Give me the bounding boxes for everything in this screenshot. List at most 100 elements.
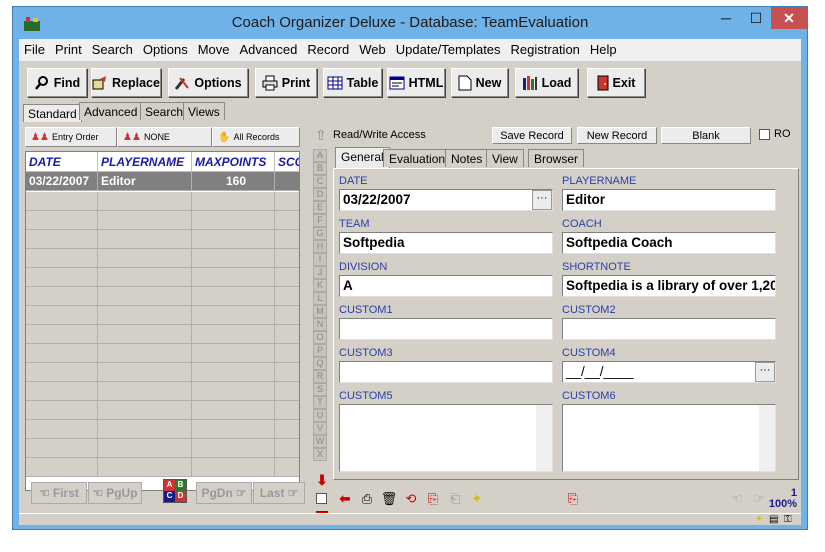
tab-standard[interactable]: Standard — [23, 104, 82, 122]
coach-field[interactable]: Softpedia Coach — [562, 232, 776, 254]
menu-update-templates[interactable]: Update/Templates — [391, 39, 506, 57]
table-row[interactable]: 03/22/2007 Editor 160 — [26, 172, 299, 191]
replace-button[interactable]: Replace — [91, 68, 161, 97]
column-header-date[interactable]: DATE — [26, 152, 98, 172]
menu-registration[interactable]: Registration — [506, 39, 585, 57]
alpha-index-o[interactable]: O — [313, 331, 327, 344]
table-row[interactable] — [26, 249, 299, 268]
title-bar[interactable]: Coach Organizer Deluxe - Database: TeamE… — [13, 7, 807, 39]
alpha-index-m[interactable]: M — [313, 305, 327, 318]
lightbulb-icon[interactable]: ✦ — [467, 489, 487, 509]
table-row[interactable] — [26, 420, 299, 439]
alpha-index-f[interactable]: F — [313, 214, 327, 227]
export-icon[interactable]: ⎘ — [563, 489, 583, 509]
tab-evaluation[interactable]: Evaluation — [383, 149, 452, 167]
alpha-index-l[interactable]: L — [313, 292, 327, 305]
alpha-index-r[interactable]: R — [313, 370, 327, 383]
column-header-maxpoints[interactable]: MAXPOINTS — [192, 152, 275, 172]
alpha-index-s[interactable]: S — [313, 383, 327, 396]
alpha-index-k[interactable]: K — [313, 279, 327, 292]
alpha-index-e[interactable]: E — [313, 201, 327, 214]
new-button[interactable]: New — [451, 68, 508, 97]
tab-browser[interactable]: Browser — [528, 149, 585, 167]
menu-search[interactable]: Search — [87, 39, 138, 57]
entry-order-button[interactable]: ♟♟ Entry Order — [25, 127, 117, 147]
blank-button[interactable]: Blank — [661, 127, 751, 144]
menu-web[interactable]: Web — [354, 39, 391, 57]
division-field[interactable]: A — [339, 275, 553, 297]
table-row[interactable] — [26, 363, 299, 382]
records-grid[interactable]: DATE PLAYERNAME MAXPOINTS SCO 03/22/2007… — [25, 151, 300, 491]
custom6-memo[interactable] — [562, 404, 776, 472]
menu-file[interactable]: File — [19, 39, 50, 57]
alpha-index-b[interactable]: B — [313, 162, 327, 175]
close-button[interactable]: ✕ — [771, 7, 807, 29]
shortnote-field[interactable]: Softpedia is a library of over 1,20 — [562, 275, 776, 297]
table-row[interactable] — [26, 458, 299, 477]
custom4-picker-button[interactable]: ··· — [755, 362, 775, 382]
custom5-memo[interactable] — [339, 404, 553, 472]
first-button[interactable]: ☜ First — [31, 482, 87, 504]
table-row[interactable] — [26, 230, 299, 249]
tab-advanced[interactable]: Advanced — [79, 102, 143, 120]
alpha-index-a[interactable]: A — [313, 149, 327, 162]
trash-icon[interactable]: 🗑 — [379, 489, 399, 509]
custom4-field[interactable]: __/__/____ — [562, 361, 776, 383]
alpha-index-u[interactable]: U — [313, 409, 327, 422]
printer-icon[interactable]: ⎙ — [357, 489, 377, 509]
alpha-index-w[interactable]: W — [313, 435, 327, 448]
maximize-button[interactable]: ☐ — [741, 7, 771, 29]
tab-views[interactable]: Views — [183, 102, 225, 120]
custom2-field[interactable] — [562, 318, 776, 340]
html-button[interactable]: HTML — [387, 68, 445, 97]
tab-notes[interactable]: Notes — [445, 149, 489, 167]
scrollbar[interactable] — [536, 405, 552, 471]
table-row[interactable] — [26, 382, 299, 401]
alpha-index-h[interactable]: H — [313, 240, 327, 253]
table-row[interactable] — [26, 344, 299, 363]
copy-record-icon[interactable]: ⎘ — [423, 489, 443, 509]
tab-view[interactable]: View — [486, 149, 524, 167]
alpha-index-d[interactable]: D — [313, 188, 327, 201]
checkbox[interactable] — [316, 493, 327, 504]
table-button[interactable]: Table — [323, 68, 382, 97]
menu-help[interactable]: Help — [585, 39, 622, 57]
date-field[interactable]: 03/22/2007 — [339, 189, 553, 211]
alpha-index-x[interactable]: X — [313, 448, 327, 461]
date-picker-button[interactable]: ··· — [532, 190, 552, 210]
pgup-button[interactable]: ☜ PgUp — [88, 482, 142, 504]
down-arrow-icon[interactable]: ⬇ — [315, 472, 329, 490]
menu-move[interactable]: Move — [193, 39, 235, 57]
team-field[interactable]: Softpedia — [339, 232, 553, 254]
alpha-index-q[interactable]: Q — [313, 357, 327, 370]
exit-button[interactable]: Exit — [587, 68, 645, 97]
load-button[interactable]: Load — [515, 68, 578, 97]
up-arrow-icon[interactable]: ⇧ — [313, 127, 329, 147]
tab-search[interactable]: Search — [140, 102, 189, 120]
alpha-index-g[interactable]: G — [313, 227, 327, 240]
alpha-index-c[interactable]: C — [313, 175, 327, 188]
alpha-index-i[interactable]: I — [313, 253, 327, 266]
print-button[interactable]: Print — [255, 68, 317, 97]
table-row[interactable] — [26, 192, 299, 211]
column-header-playername[interactable]: PLAYERNAME — [98, 152, 192, 172]
abc-block-icon[interactable]: ABCD — [163, 479, 187, 503]
options-button[interactable]: Options — [168, 68, 248, 97]
alpha-index-t[interactable]: T — [313, 396, 327, 409]
find-button[interactable]: Find — [27, 68, 87, 97]
ro-checkbox[interactable] — [759, 129, 770, 140]
tab-general[interactable]: General — [335, 147, 390, 168]
hand-left-icon[interactable]: ☜ — [727, 489, 747, 509]
table-row[interactable] — [26, 287, 299, 306]
scrollbar[interactable] — [759, 405, 775, 471]
alpha-index-j[interactable]: J — [313, 266, 327, 279]
table-row[interactable] — [26, 268, 299, 287]
custom3-field[interactable] — [339, 361, 553, 383]
all-records-button[interactable]: ✋ All Records — [212, 127, 300, 147]
menu-options[interactable]: Options — [138, 39, 193, 57]
pgdn-button[interactable]: PgDn ☞ — [196, 482, 252, 504]
back-arrow-icon[interactable]: ⬅ — [335, 489, 355, 509]
menu-advanced[interactable]: Advanced — [235, 39, 303, 57]
table-row[interactable] — [26, 439, 299, 458]
paste-record-icon[interactable]: ⎗ — [445, 489, 465, 509]
